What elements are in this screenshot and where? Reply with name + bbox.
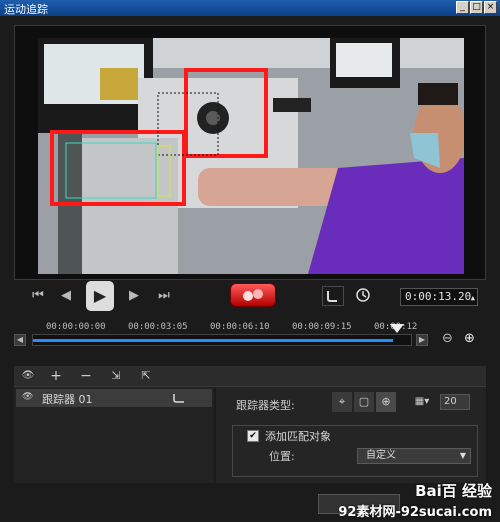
title-bar: 运动追踪 _ □ × [0, 0, 500, 16]
remove-tracker-button[interactable]: − [78, 367, 94, 385]
previous-frame-button[interactable]: ◀ [56, 286, 76, 306]
timeline-progress [33, 339, 393, 342]
history-icon [356, 288, 370, 302]
timecode-value: 0:00:13.20 [405, 290, 472, 303]
visibility-icon[interactable]: 👁 [20, 367, 36, 385]
export-icon[interactable]: ⇱ [138, 367, 154, 385]
add-tracker-button[interactable]: + [48, 367, 64, 385]
go-to-start-button[interactable]: ⏮ [28, 286, 48, 306]
size-stepper[interactable]: 20 [440, 394, 470, 410]
tracker-list: 👁 跟踪器 01 [14, 387, 214, 483]
window-title: 运动追踪 [4, 3, 48, 16]
zoom-in-icon[interactable]: ⊕ [464, 331, 475, 346]
timecode-spin-icon[interactable]: ▲ [471, 290, 475, 306]
minimize-button[interactable]: _ [456, 1, 469, 14]
reset-button[interactable] [352, 286, 374, 306]
position-label: 位置: [269, 450, 295, 463]
watermark-site: 92素材网-92sucai.com [338, 505, 492, 520]
timeline-track[interactable] [32, 334, 412, 346]
video-preview[interactable] [38, 38, 464, 274]
rename-icon[interactable]: ⇲ [108, 367, 124, 385]
play-button[interactable]: ▶ [86, 281, 114, 311]
timecode-display[interactable]: 0:00:13.20 ▲ [400, 288, 478, 306]
track-path-button[interactable] [322, 286, 344, 306]
close-button[interactable]: × [484, 1, 497, 14]
zoom-out-icon[interactable]: ⊖ [442, 331, 453, 346]
timeline-scroll-left-icon[interactable]: ◀ [14, 334, 26, 346]
path-icon [327, 291, 337, 302]
tracker-name: 跟踪器 01 [42, 393, 93, 406]
position-select[interactable]: 自定义 ▼ [357, 448, 471, 464]
add-match-label: 添加匹配对象 [265, 430, 331, 443]
tick-label: 00:00:00:00 [46, 322, 106, 332]
go-to-end-button[interactable]: ⏭ [154, 286, 174, 306]
add-match-checkbox[interactable]: ✔ [247, 430, 259, 442]
maximize-button[interactable]: □ [470, 1, 483, 14]
crosshair-icon[interactable]: ⌖ [332, 392, 352, 412]
multipoint-icon[interactable]: ⊕ [376, 392, 396, 412]
timeline-scroll-right-icon[interactable]: ▶ [416, 334, 428, 346]
tick-label: 00:00:03:05 [128, 322, 188, 332]
watermark-logo: Bai百 经验 [415, 482, 492, 500]
list-item[interactable]: 👁 跟踪器 01 [16, 389, 212, 407]
playhead-marker[interactable] [390, 324, 404, 333]
next-frame-button[interactable]: ▶ [124, 286, 144, 306]
track-motion-button[interactable] [230, 283, 276, 307]
path-icon [173, 394, 184, 403]
tick-label: 00:00:09:15 [292, 322, 352, 332]
chevron-down-icon: ▼ [459, 451, 466, 460]
video-frame-image [38, 38, 464, 274]
position-value: 自定义 [366, 450, 396, 461]
area-icon[interactable]: ▢ [354, 392, 374, 412]
mosaic-icon[interactable]: ▦▾ [408, 392, 436, 412]
record-icon [243, 289, 263, 301]
timeline[interactable]: 00:00:00:00 00:00:03:05 00:00:06:10 00:0… [14, 322, 484, 356]
match-object-group: ✔ 添加匹配对象 位置: 自定义 ▼ [232, 425, 478, 477]
eye-icon[interactable]: 👁 [22, 392, 33, 402]
tracker-type-label: 跟踪器类型: [236, 399, 295, 412]
tick-label: 00:00:06:10 [210, 322, 270, 332]
tracker-toolbar: 👁 + − ⇲ ⇱ [14, 366, 486, 387]
watermark: Bai百 经验 92素材网-92sucai.com [338, 480, 492, 520]
